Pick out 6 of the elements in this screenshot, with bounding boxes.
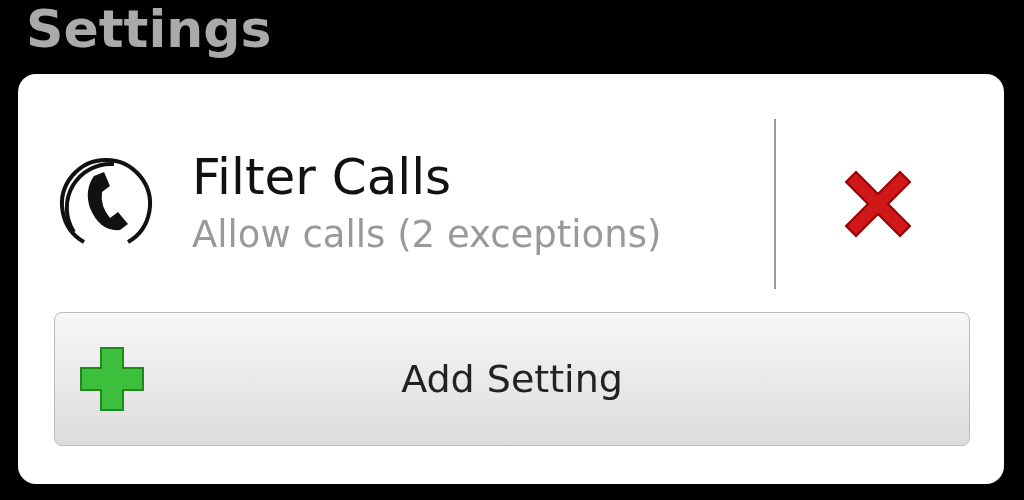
plus-icon xyxy=(79,346,145,412)
setting-summary: Allow calls (2 exceptions) xyxy=(192,213,662,258)
setting-title[interactable]: Filter Calls xyxy=(192,150,662,206)
screen-title: Settings xyxy=(26,0,273,61)
add-setting-button[interactable]: Add Setting xyxy=(54,312,970,446)
delete-icon[interactable] xyxy=(842,170,914,238)
